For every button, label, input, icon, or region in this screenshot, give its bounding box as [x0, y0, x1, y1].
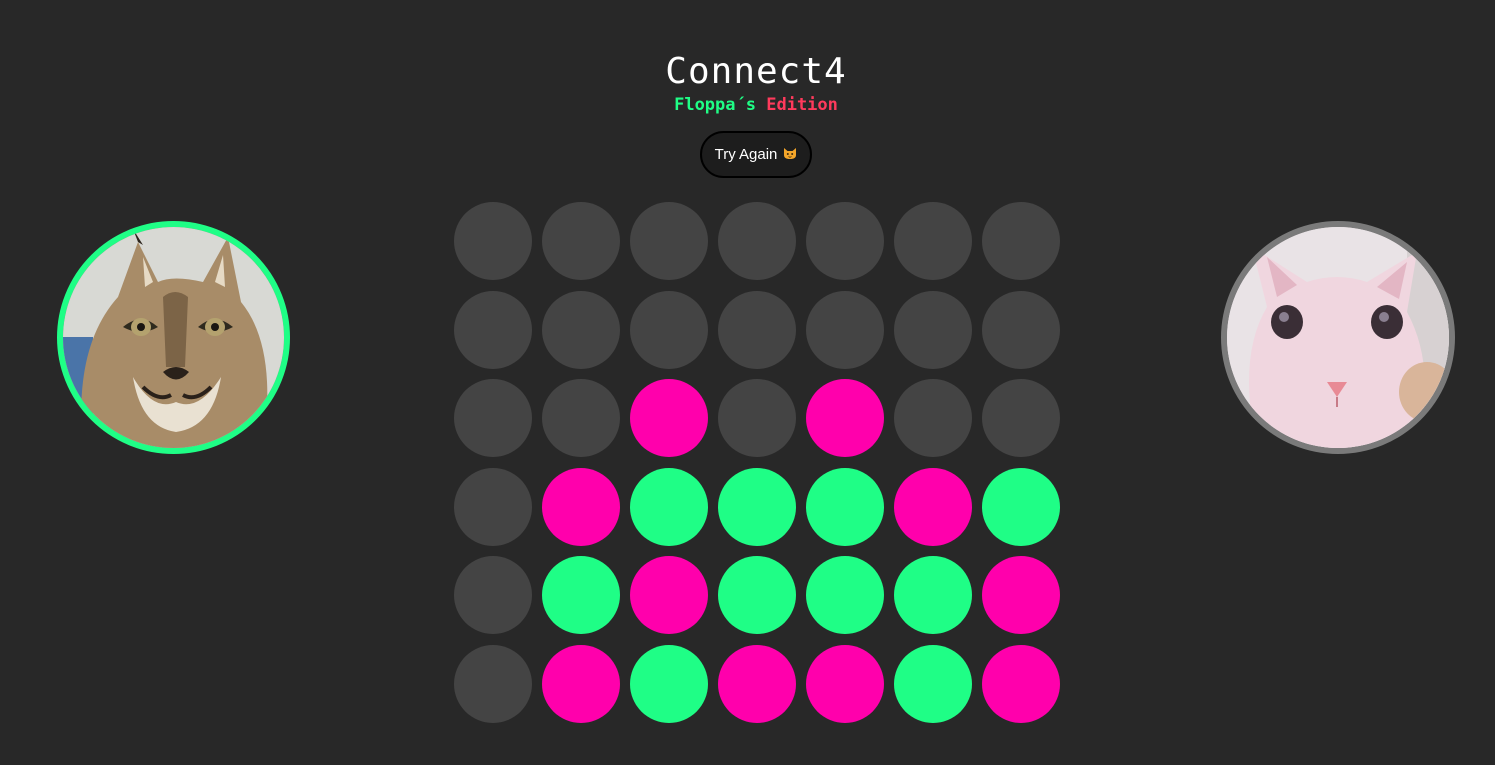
- board-cell-r2-c2-empty[interactable]: [542, 290, 620, 369]
- board-cell-r4-c5-p1-disc[interactable]: [806, 467, 884, 546]
- board-cell-r1-c5-empty[interactable]: [806, 202, 884, 280]
- board-cell-r4-c4-p1-disc[interactable]: [718, 467, 796, 546]
- floppa-caracal-image: [63, 227, 284, 448]
- board-cell-r6-c4-p2-disc[interactable]: [718, 644, 796, 723]
- player2-avatar: [1221, 221, 1455, 454]
- board-cell-r1-c4-empty[interactable]: [718, 202, 796, 280]
- board-cell-r6-c1-empty[interactable]: [454, 644, 532, 723]
- subtitle-floppa: Floppa´s: [674, 95, 756, 115]
- player1-avatar: [57, 221, 290, 454]
- board-cell-r1-c2-empty[interactable]: [542, 202, 620, 280]
- board-cell-r3-c4-empty[interactable]: [718, 379, 796, 457]
- board-cell-r3-c2-empty[interactable]: [542, 379, 620, 457]
- board-cell-r1-c3-empty[interactable]: [630, 202, 708, 280]
- board-cell-r3-c1-empty[interactable]: [454, 379, 532, 457]
- board-cell-r4-c1-empty[interactable]: [454, 467, 532, 546]
- board-cell-r4-c7-p1-disc[interactable]: [982, 467, 1060, 546]
- board-cell-r6-c5-p2-disc[interactable]: [806, 644, 884, 723]
- board-cell-r1-c1-empty[interactable]: [454, 202, 532, 280]
- board-cell-r5-c3-p2-disc[interactable]: [630, 556, 708, 634]
- game-board: [452, 200, 1062, 730]
- cat-face-icon: [783, 147, 797, 163]
- board-cell-r6-c6-p1-disc[interactable]: [894, 644, 972, 723]
- board-cell-r4-c3-p1-disc[interactable]: [630, 467, 708, 546]
- page-title: Connect4: [665, 51, 847, 92]
- board-cell-r3-c6-empty[interactable]: [894, 379, 972, 457]
- board-cell-r6-c2-p2-disc[interactable]: [542, 644, 620, 723]
- board-cell-r3-c7-empty[interactable]: [982, 379, 1060, 457]
- board-cell-r3-c3-p2-disc[interactable]: [630, 379, 708, 457]
- board-cell-r5-c4-p1-disc[interactable]: [718, 556, 796, 634]
- board-cell-r5-c2-p1-disc[interactable]: [542, 556, 620, 634]
- board-cell-r5-c1-empty[interactable]: [454, 556, 532, 634]
- try-again-button[interactable]: Try Again: [700, 131, 812, 178]
- board-cell-r2-c3-empty[interactable]: [630, 290, 708, 369]
- board-cell-r2-c1-empty[interactable]: [454, 290, 532, 369]
- board-cell-r5-c7-p2-disc[interactable]: [982, 556, 1060, 634]
- board-cell-r5-c6-p1-disc[interactable]: [894, 556, 972, 634]
- board-cell-r4-c2-p2-disc[interactable]: [542, 467, 620, 546]
- board-cell-r3-c5-p2-disc[interactable]: [806, 379, 884, 457]
- board-cell-r5-c5-p1-disc[interactable]: [806, 556, 884, 634]
- page-subtitle: Floppa´s Edition: [0, 94, 1495, 116]
- board-cell-r2-c7-empty[interactable]: [982, 290, 1060, 369]
- board-cell-r2-c5-empty[interactable]: [806, 290, 884, 369]
- board-cell-r4-c6-p2-disc[interactable]: [894, 467, 972, 546]
- try-again-label: Try Again: [714, 146, 778, 163]
- board-cell-r1-c7-empty[interactable]: [982, 202, 1060, 280]
- board-cell-r1-c6-empty[interactable]: [894, 202, 972, 280]
- board-cell-r2-c4-empty[interactable]: [718, 290, 796, 369]
- subtitle-edition: Edition: [766, 95, 838, 115]
- board-cell-r6-c3-p1-disc[interactable]: [630, 644, 708, 723]
- bingus-sphynx-image: [1227, 227, 1449, 448]
- board-cell-r2-c6-empty[interactable]: [894, 290, 972, 369]
- board-cell-r6-c7-p2-disc[interactable]: [982, 644, 1060, 723]
